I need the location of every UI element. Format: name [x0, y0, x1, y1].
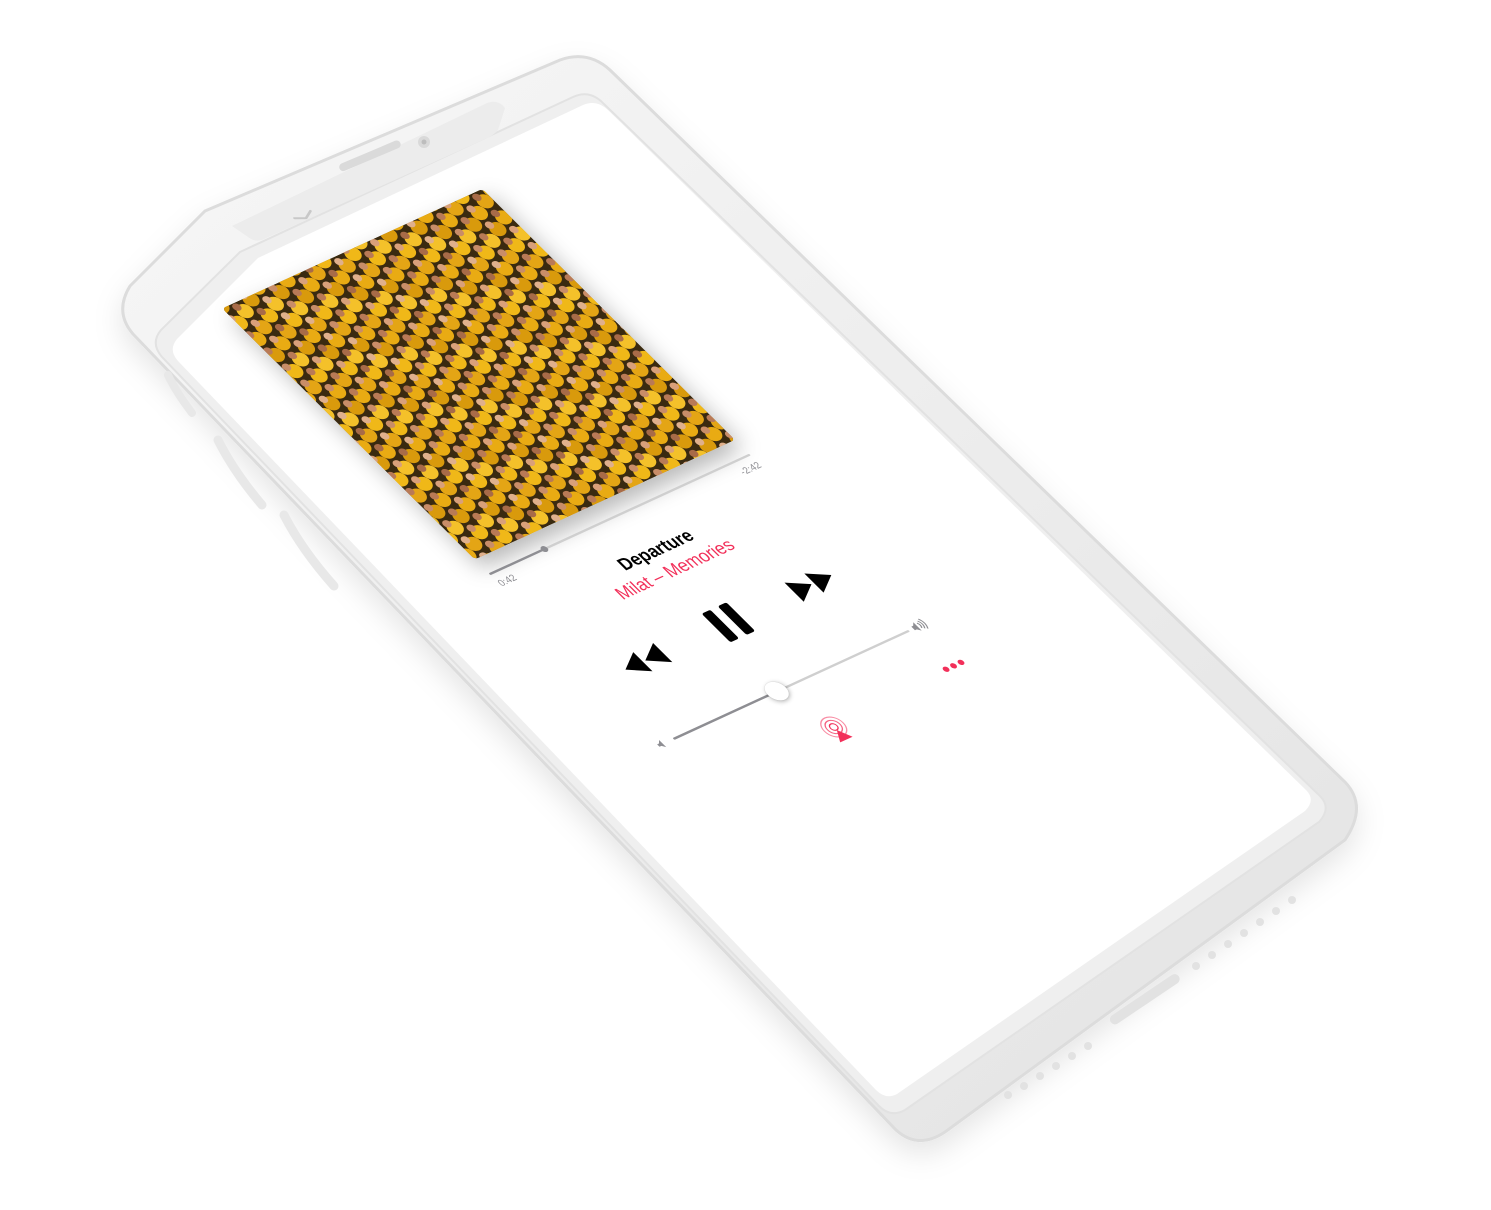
volume-knob[interactable]	[760, 679, 794, 704]
airplay-icon[interactable]	[809, 710, 862, 747]
speaker-low-icon	[652, 737, 672, 751]
elapsed-time: 0:42	[495, 572, 520, 588]
volume-fill	[673, 690, 778, 739]
product-mockup: 0:42 -2:42 Departure Milat – Memories	[0, 0, 1491, 1205]
fast-forward-icon[interactable]	[778, 561, 847, 605]
progress-fill	[489, 548, 545, 575]
artist-album[interactable]: Milat – Memories	[537, 502, 814, 638]
speaker-high-icon	[907, 616, 933, 634]
more-icon[interactable]	[938, 657, 970, 676]
chevron-down-icon[interactable]	[292, 209, 317, 224]
rewind-icon[interactable]	[610, 639, 679, 683]
remaining-time: -2:42	[705, 460, 764, 492]
pause-icon[interactable]	[698, 600, 759, 645]
volume-slider[interactable]	[673, 630, 910, 740]
